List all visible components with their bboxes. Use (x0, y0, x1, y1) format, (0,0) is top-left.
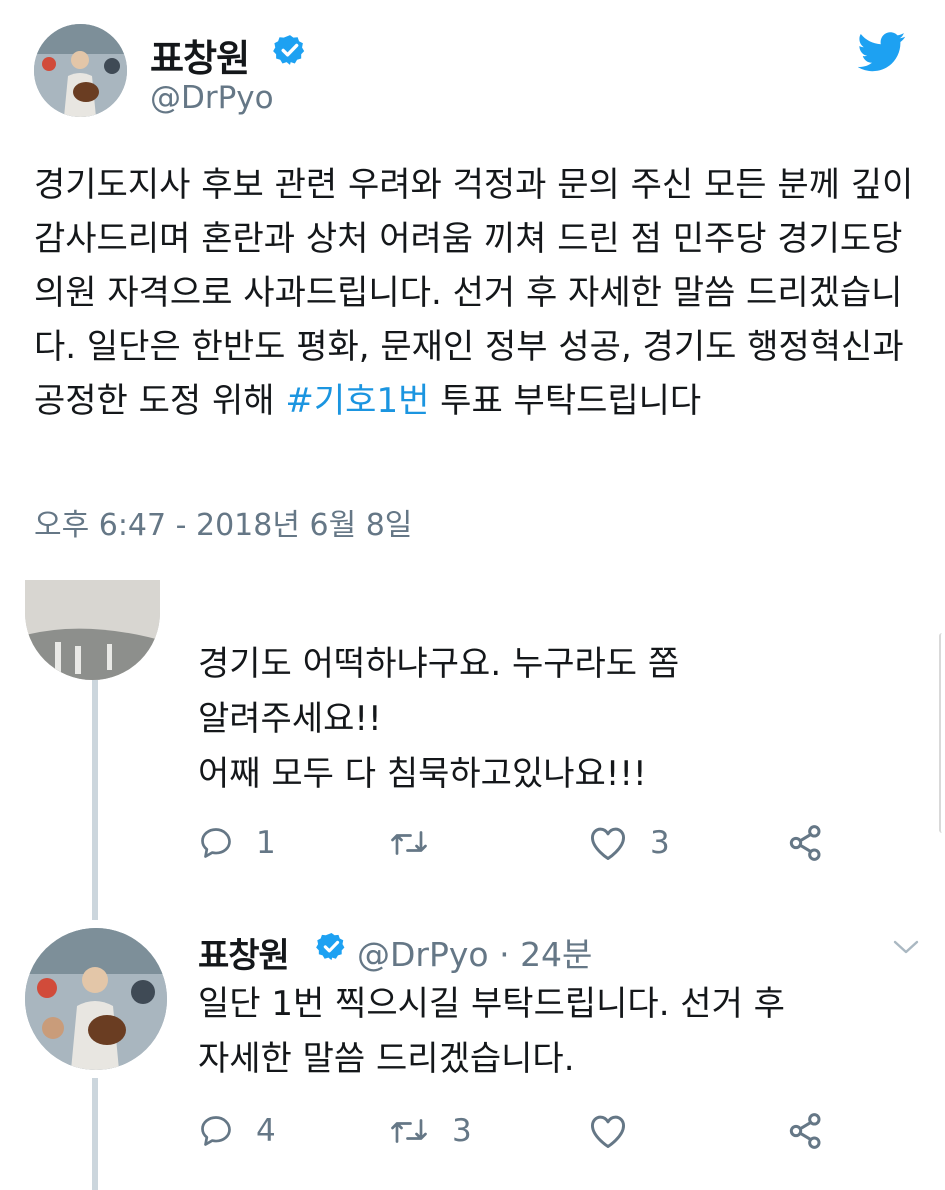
chevron-down-icon[interactable] (890, 935, 922, 959)
retweet-button[interactable] (388, 818, 452, 868)
reply-button[interactable]: 1 (198, 818, 276, 868)
retweet-button[interactable]: 3 (388, 1106, 472, 1156)
like-button[interactable]: 3 (588, 818, 670, 868)
reply-line: 자세한 말씀 드리겠습니다. (198, 1039, 575, 1079)
author-name[interactable]: 표창원 (150, 28, 250, 82)
reply-text: 경기도 어떡하냐구요. 누구라도 쫌 알려주세요!! 어째 모두 다 침묵하고있… (198, 637, 679, 802)
share-button[interactable] (786, 1106, 826, 1156)
reply-line: 어째 모두 다 침묵하고있나요!!! (198, 754, 647, 794)
retweet-count: 3 (452, 1113, 472, 1149)
like-button[interactable] (588, 1106, 650, 1156)
thread-line (92, 1078, 98, 1190)
reply-line: 일단 1번 찍으시길 부탁드립니다. 선거 후 (198, 984, 785, 1024)
heart-icon (588, 825, 628, 861)
hashtag-link[interactable]: #기호1번 (285, 381, 429, 421)
share-icon (786, 823, 826, 863)
reply-line: 경기도 어떡하냐구요. 누구라도 쫌 (198, 644, 680, 684)
reply-meta[interactable]: @DrPyo · 24분 (357, 928, 592, 976)
retweet-icon (388, 825, 430, 861)
reply-icon (198, 1113, 234, 1149)
reply-avatar[interactable] (25, 580, 160, 680)
reply-count: 4 (256, 1113, 276, 1149)
verified-badge-icon (273, 33, 307, 67)
tweet-text: 경기도지사 후보 관련 우려와 걱정과 문의 주신 모든 분께 깊이 감사드리며… (34, 158, 914, 428)
like-count: 3 (650, 825, 670, 861)
reply-line: 알려주세요!! (198, 699, 382, 739)
reply-button[interactable]: 4 (198, 1106, 276, 1156)
reply-author-avatar[interactable] (25, 928, 167, 1070)
share-button[interactable] (786, 818, 826, 868)
reply-author-name[interactable]: 표창원 (198, 928, 290, 977)
verified-badge-icon (316, 931, 347, 962)
reply-actions: 1 3 (198, 818, 858, 868)
thread-line (92, 680, 98, 920)
tweet-timestamp[interactable]: 오후 6:47 - 2018년 6월 8일 (34, 500, 412, 544)
author-avatar[interactable] (34, 24, 127, 117)
reply-actions: 4 3 (198, 1106, 858, 1156)
twitter-bird-icon[interactable] (857, 32, 906, 72)
tweet-text-after-hashtag: 투표 부탁드립니다 (429, 381, 702, 421)
author-handle[interactable]: @DrPyo (150, 80, 274, 116)
reply-icon (198, 825, 234, 861)
heart-icon (588, 1113, 628, 1149)
scrollbar[interactable] (939, 633, 945, 833)
reply-text: 일단 1번 찍으시길 부탁드립니다. 선거 후 자세한 말씀 드리겠습니다. (198, 977, 785, 1087)
retweet-icon (388, 1113, 430, 1149)
share-icon (786, 1111, 826, 1151)
reply-count: 1 (256, 825, 276, 861)
